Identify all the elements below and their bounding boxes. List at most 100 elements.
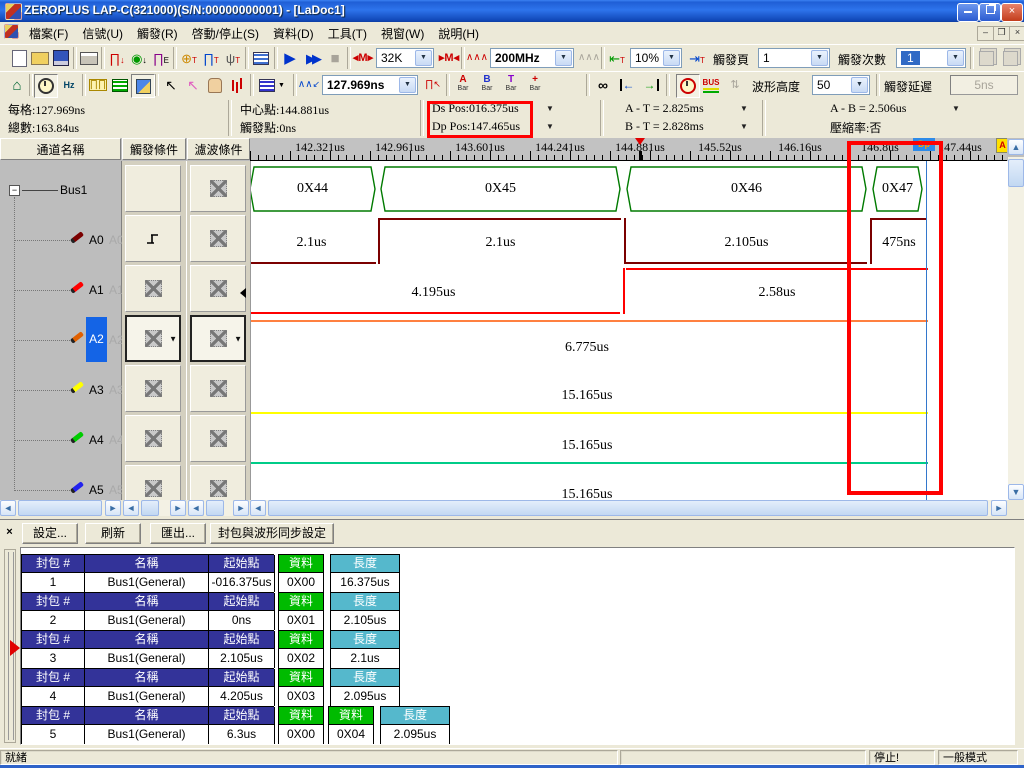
- run-button[interactable]: ▶: [279, 47, 301, 69]
- bus-color-icon[interactable]: BUS: [700, 74, 722, 96]
- menu-item-0[interactable]: 檔案(F): [22, 22, 75, 41]
- mdi-minimize-button[interactable]: –: [977, 26, 994, 41]
- channel-label-a3[interactable]: A3: [89, 383, 104, 397]
- menu-item-4[interactable]: 資料(D): [266, 22, 321, 41]
- packet-value-name[interactable]: Bus1(General): [85, 611, 209, 630]
- packet-value-name[interactable]: Bus1(General): [85, 649, 209, 668]
- stop-button[interactable]: ■: [324, 47, 346, 69]
- sample-clock-icon[interactable]: ∧∧∧: [466, 47, 488, 69]
- packet-value-start[interactable]: 4.205us: [209, 687, 275, 706]
- display-ratio-combo[interactable]: 10%▼: [630, 48, 682, 68]
- time-per-div-combo[interactable]: 127.969ns▼: [322, 75, 418, 95]
- packet-export-button[interactable]: 匯出...: [150, 523, 206, 544]
- bus-segment[interactable]: 0X46: [626, 166, 867, 212]
- packet-panel-close-icon[interactable]: ×: [3, 526, 16, 539]
- filter-cell-row6[interactable]: [190, 465, 246, 500]
- names-scrollbar-thumb[interactable]: [18, 500, 102, 516]
- repeat-run-button[interactable]: ▶▶: [301, 47, 323, 69]
- filter-cell-row4[interactable]: [190, 365, 246, 412]
- names-scrollbar-left-button[interactable]: ◄: [0, 500, 16, 516]
- sampling-frequency-combo[interactable]: 200MHz▼: [490, 48, 574, 68]
- filter-cell-row2[interactable]: [190, 265, 246, 312]
- packet-value-num[interactable]: 5: [22, 725, 85, 744]
- channel-label-a5[interactable]: A5: [89, 483, 104, 497]
- trigger-scrollbar-thumb[interactable]: [141, 500, 159, 516]
- hand-tool-icon[interactable]: [204, 74, 226, 96]
- trigger-delay-field[interactable]: 5ns: [950, 75, 1018, 95]
- goto-start-icon[interactable]: ←: [616, 74, 638, 96]
- wave-scrollbar-right-button[interactable]: ►: [991, 500, 1007, 516]
- filter-cell-row3[interactable]: ▼: [190, 315, 246, 362]
- wave-mode-dropdown-icon[interactable]: ▼: [255, 74, 289, 96]
- trigger-mark-yellow-icon[interactable]: ⊕T: [178, 47, 200, 69]
- column-header-channel-name[interactable]: 通道名稱: [0, 138, 121, 160]
- menu-item-6[interactable]: 視窗(W): [374, 22, 431, 41]
- channel-label-a0[interactable]: A0: [89, 233, 104, 247]
- trigger-cell-row4[interactable]: [125, 365, 181, 412]
- dp-pos-dropdown-icon[interactable]: ▼: [546, 122, 554, 131]
- trigger-edit-icon[interactable]: ∏E: [150, 47, 172, 69]
- goto-trigger-icon[interactable]: ∏↖: [422, 74, 444, 96]
- sampling-depth-combo[interactable]: 32K▼: [376, 48, 434, 68]
- filter-scrollbar-left-button[interactable]: ◄: [188, 500, 204, 516]
- packet-value-name[interactable]: Bus1(General): [85, 725, 209, 744]
- trigger-dropdown-icon[interactable]: ▼: [169, 334, 177, 343]
- bus-setup-icon[interactable]: [250, 47, 272, 69]
- goto-end-icon[interactable]: →: [640, 74, 662, 96]
- trigger-count-combo[interactable]: 1▼: [896, 48, 966, 68]
- filter-cell-row1[interactable]: [190, 215, 246, 262]
- wave-height-combo[interactable]: 50▼: [812, 75, 870, 95]
- menu-item-3[interactable]: 啓動/停止(S): [185, 22, 266, 41]
- trigger-scrollbar-left-button[interactable]: ◄: [123, 500, 139, 516]
- next-trigger-page-icon[interactable]: ⇥T: [686, 47, 708, 69]
- menu-item-1[interactable]: 信號(U): [75, 22, 130, 41]
- pinned-bar-marker[interactable]: A: [996, 138, 1007, 153]
- mdi-close-button[interactable]: ×: [1009, 26, 1024, 41]
- wave-scrollbar-left-button[interactable]: ◄: [250, 500, 266, 516]
- bar-icon-a[interactable]: ABar: [452, 74, 474, 96]
- dp-position-marker[interactable]: Dp: [913, 138, 935, 151]
- ds-pos-dropdown-icon[interactable]: ▼: [546, 104, 554, 113]
- packet-value-start[interactable]: 2.105us: [209, 649, 275, 668]
- packet-value-data[interactable]: 0X00: [279, 573, 323, 592]
- packet-value-len[interactable]: 2.095us: [381, 725, 449, 744]
- waveform-plot[interactable]: 0X440X450X460X472.1us2.1us2.105us475ns4.…: [250, 161, 1008, 500]
- bar-icon-+[interactable]: +Bar: [524, 74, 546, 96]
- packet-value-start[interactable]: 0ns: [209, 611, 275, 630]
- packet-value-num[interactable]: 2: [22, 611, 85, 630]
- channel-label-a4[interactable]: A4: [89, 433, 104, 447]
- filter-scrollbar-thumb[interactable]: [206, 500, 224, 516]
- find-icon[interactable]: ∞: [592, 74, 614, 96]
- column-header-filter-condition[interactable]: 濾波條件: [187, 138, 250, 160]
- time-ruler[interactable]: 142.321us142.961us143.601us144.241us144.…: [250, 138, 1007, 161]
- time-display-icon[interactable]: [676, 74, 700, 98]
- vscroll-thumb[interactable]: [1008, 159, 1024, 187]
- memory-prev-icon[interactable]: ◂M▸: [352, 47, 374, 69]
- channel-label-a1[interactable]: A1: [89, 283, 104, 297]
- trigger-mark-text-icon[interactable]: ψT: [222, 47, 244, 69]
- packet-value-name[interactable]: Bus1(General): [85, 687, 209, 706]
- trigger-cell-row3[interactable]: ▼: [125, 315, 181, 362]
- frequency-mode-icon[interactable]: Hz: [58, 74, 80, 96]
- packet-settings-button[interactable]: 設定...: [22, 523, 78, 544]
- packet-value-len[interactable]: 2.095us: [331, 687, 399, 706]
- vscroll-up-button[interactable]: ▲: [1008, 139, 1024, 155]
- trigger-cell-row5[interactable]: [125, 415, 181, 462]
- packet-value-name[interactable]: Bus1(General): [85, 573, 209, 592]
- sampling-setup-icon[interactable]: ∏↓: [106, 47, 128, 69]
- packet-value-len[interactable]: 2.105us: [331, 611, 399, 630]
- a-t-dropdown-icon[interactable]: ▼: [740, 104, 748, 113]
- trigger-cell-row0[interactable]: [125, 165, 181, 212]
- a-b-dropdown-icon[interactable]: ▼: [952, 104, 960, 113]
- packet-wave-sync-button[interactable]: 封包與波形同步設定: [210, 523, 334, 544]
- save-icon[interactable]: [50, 47, 72, 69]
- new-file-icon[interactable]: [8, 47, 30, 69]
- bar-icon-b[interactable]: BBar: [476, 74, 498, 96]
- minimize-button[interactable]: [957, 3, 979, 22]
- trigger-cell-row2[interactable]: [125, 265, 181, 312]
- packet-value-data[interactable]: 0X03: [279, 687, 323, 706]
- packet-refresh-button[interactable]: 刷新: [85, 523, 141, 544]
- packet-value-num[interactable]: 1: [22, 573, 85, 592]
- bar-icon-t[interactable]: TBar: [500, 74, 522, 96]
- trigger-cell-row1[interactable]: [125, 215, 181, 262]
